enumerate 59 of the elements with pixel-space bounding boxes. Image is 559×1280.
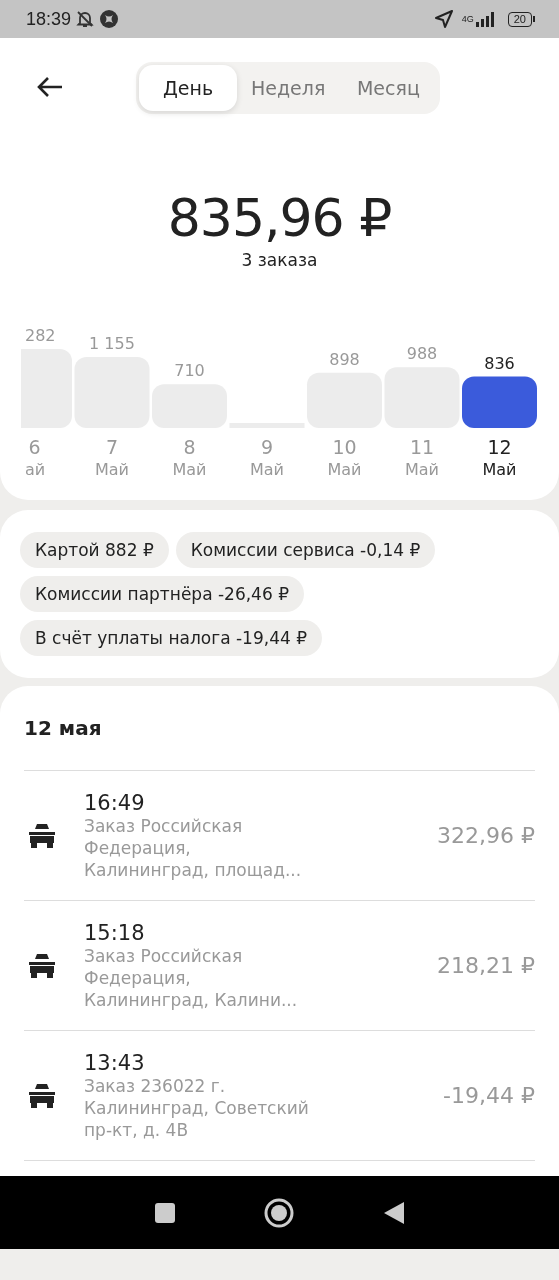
location-arrow-icon [433, 9, 454, 29]
app-notification-icon [99, 9, 120, 29]
day-amount: 898 [329, 349, 360, 369]
order-amount: 322,96 ₽ [437, 823, 535, 848]
day-number: 6 [28, 436, 41, 458]
order-row[interactable]: 13:43 Заказ 236022 г. Калининград, Советский пр-кт, д. 4В -19,44 ₽ [24, 1030, 535, 1160]
order-row[interactable]: 16:49 Заказ Российская Федерация, Калининград, площад... 322,96 ₽ [24, 770, 535, 900]
day-number: 10 [332, 436, 357, 458]
day-amount: 1 155 [89, 334, 135, 353]
triangle-icon [383, 1200, 406, 1225]
network-type: 4G [461, 14, 474, 24]
taxi-car-icon [26, 821, 58, 850]
order-time: 15:18 [84, 920, 146, 945]
circle-icon [263, 1196, 296, 1229]
total-earnings: 835,96 ₽ [167, 188, 392, 248]
payment-chip: Комиссии партнёра -26,46 ₽ [20, 576, 304, 612]
day-amount: 988 [406, 344, 438, 364]
day-amount: 836 [484, 353, 515, 373]
day-month: Май [405, 460, 439, 478]
muted-bell-icon [75, 9, 96, 29]
day-month: Май [172, 460, 207, 478]
back-arrow-icon [36, 74, 64, 99]
day-month: Май [95, 460, 129, 478]
day-number: 9 [260, 436, 274, 458]
order-description: Заказ Российская Федерация, Калининград, площад... [84, 814, 303, 881]
status-time: 18:39 [26, 8, 72, 30]
day-number: 7 [105, 436, 119, 458]
taxi-car-icon [26, 951, 58, 980]
order-time: 13:43 [84, 1050, 146, 1075]
payment-chip: Комиссии сервиса -0,14 ₽ [175, 532, 436, 568]
day-number: 11 [409, 436, 435, 458]
day-amount: 710 [174, 361, 205, 381]
period-tab[interactable]: Месяц [339, 65, 438, 111]
order-count: 3 заказа [241, 250, 318, 270]
payment-chip: Картой 882 ₽ [20, 532, 169, 568]
order-description: Заказ 236022 г. Калининград, Советский пр-кт, д. 4В [84, 1074, 309, 1141]
section-date: 12 мая [24, 716, 103, 740]
day-amount: 282 [25, 326, 56, 345]
period-tab[interactable]: Неделя [237, 65, 340, 111]
payment-chip: В счёт уплаты налога -19,44 ₽ [20, 620, 322, 656]
day-number: 12 [487, 436, 512, 458]
day-month: Май [250, 460, 284, 478]
day-number: 8 [183, 436, 196, 458]
day-bar[interactable] [462, 376, 537, 428]
day-month: Май [327, 460, 362, 478]
day-month: Май [482, 460, 517, 478]
order-row[interactable]: 15:18 Заказ Российская Федерация, Калининград, Калини... 218,21 ₽ [24, 900, 535, 1030]
back-nav-button[interactable] [383, 1200, 406, 1225]
home-button[interactable] [263, 1196, 296, 1229]
order-amount: 218,21 ₽ [437, 953, 535, 978]
recent-apps-button[interactable] [153, 1201, 176, 1224]
battery-level: 20 [507, 11, 532, 27]
period-tab[interactable]: День [139, 65, 237, 111]
order-time: 16:49 [84, 790, 146, 815]
order-description: Заказ Российская Федерация, Калининград, Калини... [84, 944, 299, 1011]
square-icon [153, 1201, 176, 1224]
taxi-car-icon [26, 1081, 58, 1110]
order-amount: -19,44 ₽ [443, 1083, 535, 1108]
day-month: ай [25, 460, 46, 478]
